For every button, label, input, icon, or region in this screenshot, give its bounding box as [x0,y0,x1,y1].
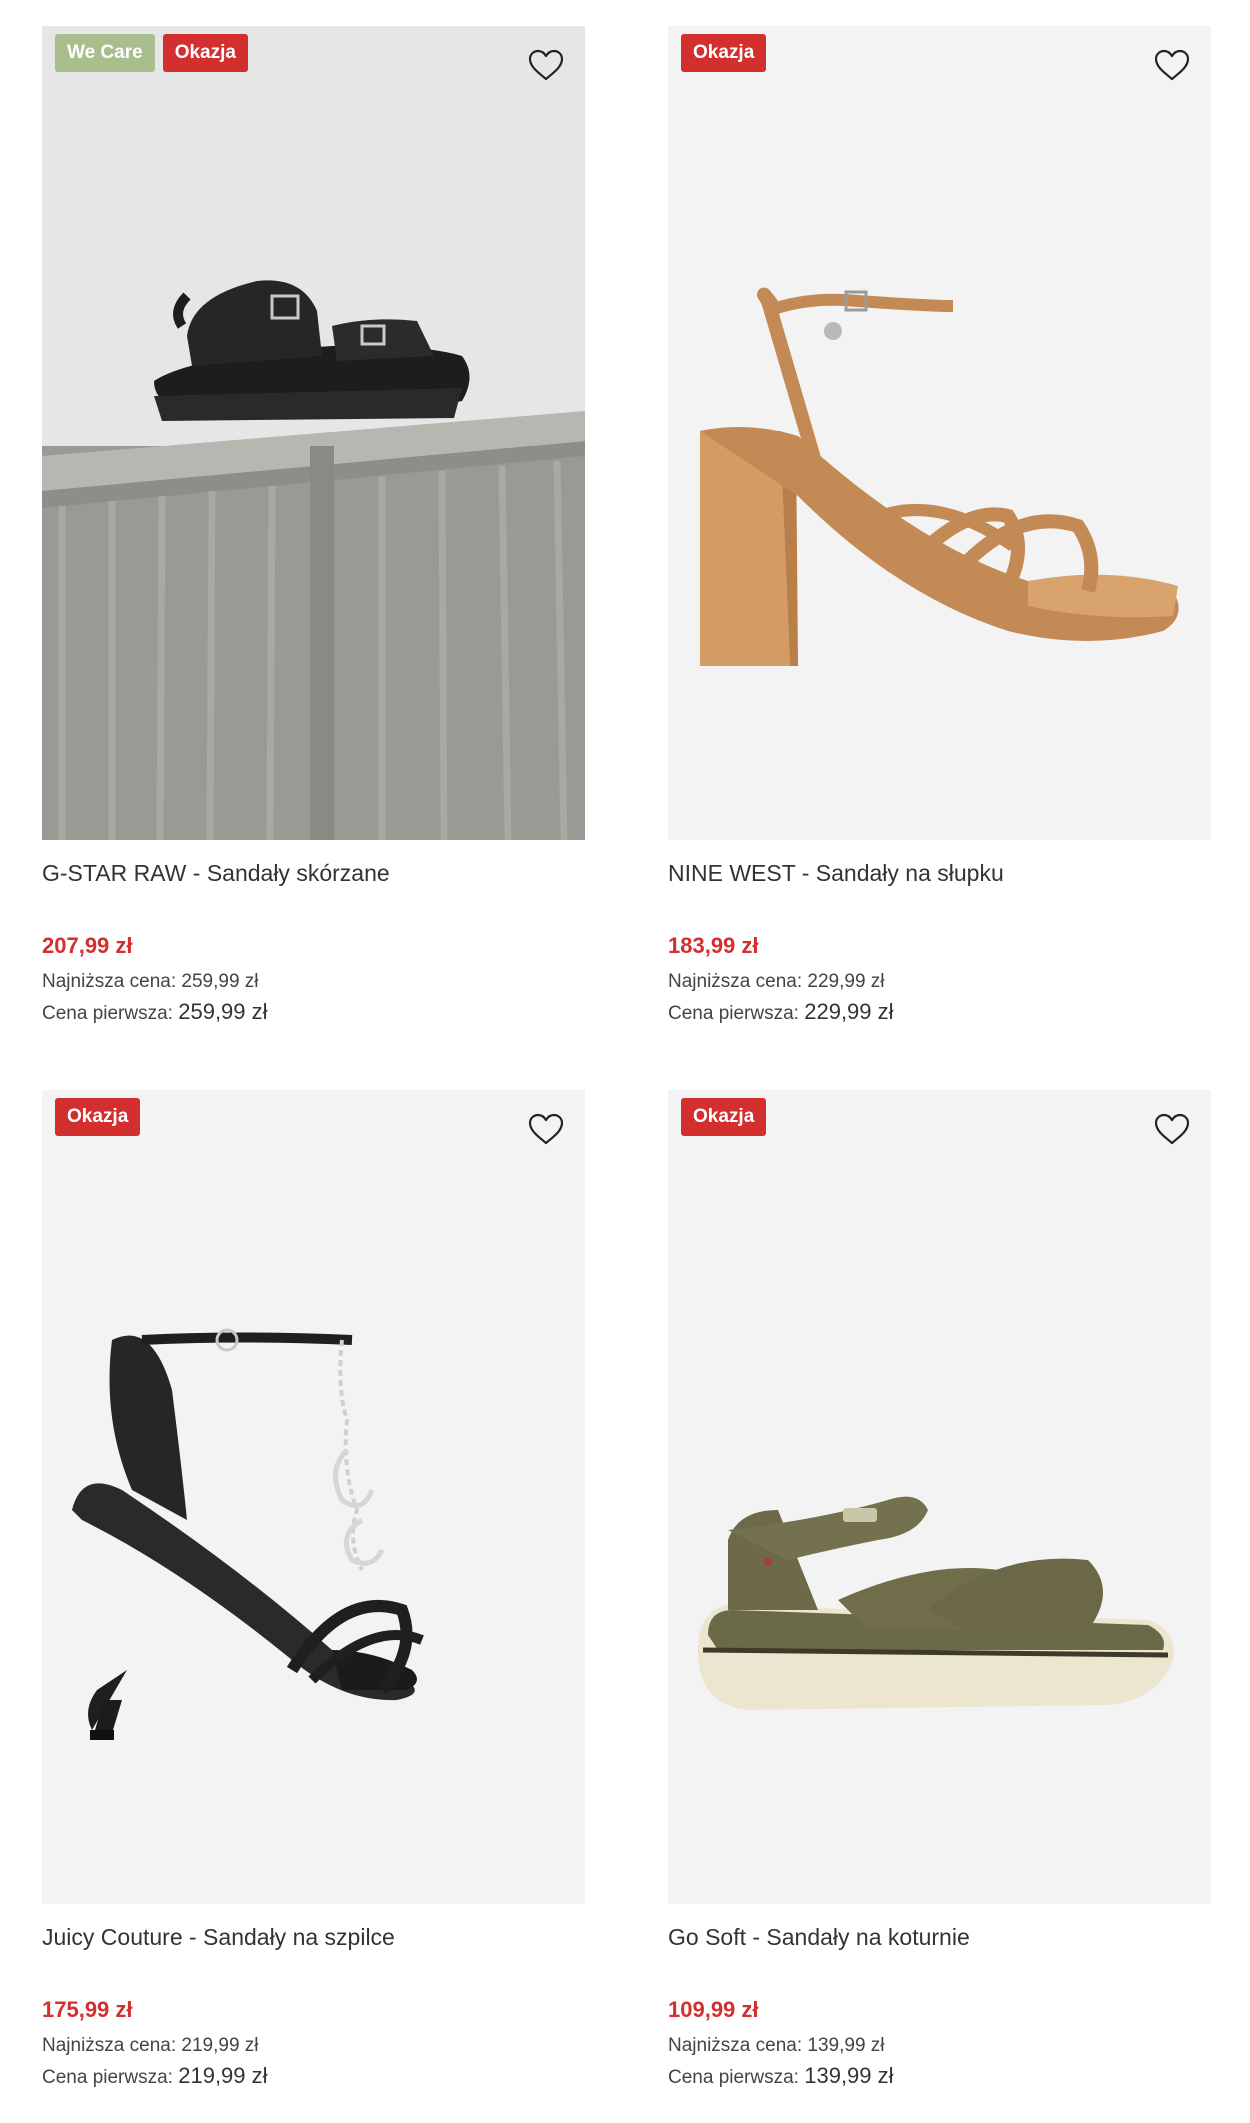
olive-wedge-sandal-image [698,1496,1174,1710]
lowest-price-value: 259,99 zł [181,971,259,992]
product-title[interactable]: Go Soft - Sandały na koturnie [668,1922,1211,1952]
wishlist-button[interactable] [1151,1108,1193,1150]
first-price-row: Cena pierwsza: 139,99 zł [668,2061,1211,2093]
first-price-value: 219,99 zł [178,2063,268,2088]
wishlist-button[interactable] [1151,44,1193,86]
product-image[interactable]: We Care Okazja [42,26,585,840]
product-card[interactable]: We Care Okazja G-STAR RAW - Sandały skór… [42,26,585,1029]
okazja-badge: Okazja [162,34,248,72]
lowest-price-label: Najniższa cena: [668,2035,803,2056]
lowest-price-row: Najniższa cena: 139,99 zł [668,2031,1211,2061]
product-title[interactable]: G-STAR RAW - Sandały skórzane [42,858,585,888]
product-image[interactable]: Okazja [42,1090,585,1904]
lowest-price-value: 139,99 zł [807,2035,885,2056]
product-title[interactable]: NINE WEST - Sandały na słupku [668,858,1211,888]
first-price-label: Cena pierwsza: [668,1003,799,1024]
product-image[interactable]: Okazja [668,26,1211,840]
first-price-row: Cena pierwsza: 259,99 zł [42,997,585,1029]
heart-outline-icon [1154,1113,1190,1145]
first-price-value: 229,99 zł [804,999,894,1024]
first-price-row: Cena pierwsza: 219,99 zł [42,2061,585,2093]
product-title[interactable]: Juicy Couture - Sandały na szpilce [42,1922,585,1952]
heart-outline-icon [528,1113,564,1145]
lowest-price-label: Najniższa cena: [42,971,177,992]
we-care-badge: We Care [55,34,155,72]
first-price-value: 259,99 zł [178,999,268,1024]
wishlist-button[interactable] [525,44,567,86]
badge-group: We Care Okazja [55,34,248,72]
tan-block-heel-sandal-image [700,287,1179,666]
sale-price: 175,99 zł [42,1997,133,2022]
black-chunky-sandal-on-railing-image [42,26,585,840]
lowest-price-label: Najniższa cena: [42,2035,177,2056]
okazja-badge: Okazja [681,1098,767,1136]
lowest-price-row: Najniższa cena: 229,99 zł [668,967,1211,997]
first-price-label: Cena pierwsza: [42,2067,173,2088]
lowest-price-row: Najniższa cena: 259,99 zł [42,967,585,997]
black-stiletto-sandal-image [72,1328,424,1740]
lowest-price-row: Najniższa cena: 219,99 zł [42,2031,585,2061]
first-price-row: Cena pierwsza: 229,99 zł [668,997,1211,1029]
product-card[interactable]: Okazja NINE WEST - Sandały na słupku 183… [668,26,1211,1029]
sale-price: 183,99 zł [668,933,759,958]
product-image[interactable]: Okazja [668,1090,1211,1904]
badge-group: Okazja [681,34,767,72]
first-price-value: 139,99 zł [804,2063,894,2088]
sale-price: 207,99 zł [42,933,133,958]
first-price-label: Cena pierwsza: [668,2067,799,2088]
badge-group: Okazja [681,1098,767,1136]
heart-outline-icon [528,49,564,81]
lowest-price-value: 229,99 zł [807,971,885,992]
badge-group: Okazja [55,1098,141,1136]
okazja-badge: Okazja [681,34,767,72]
wishlist-button[interactable] [525,1108,567,1150]
okazja-badge: Okazja [55,1098,141,1136]
sale-price: 109,99 zł [668,1997,759,2022]
product-card[interactable]: Okazja Go Soft - Sandały na koturnie 109… [668,1090,1211,2093]
lowest-price-label: Najniższa cena: [668,971,803,992]
product-card[interactable]: Okazja Juicy Couture - Sandały na szpilc… [42,1090,585,2093]
heart-outline-icon [1154,49,1190,81]
first-price-label: Cena pierwsza: [42,1003,173,1024]
lowest-price-value: 219,99 zł [181,2035,259,2056]
